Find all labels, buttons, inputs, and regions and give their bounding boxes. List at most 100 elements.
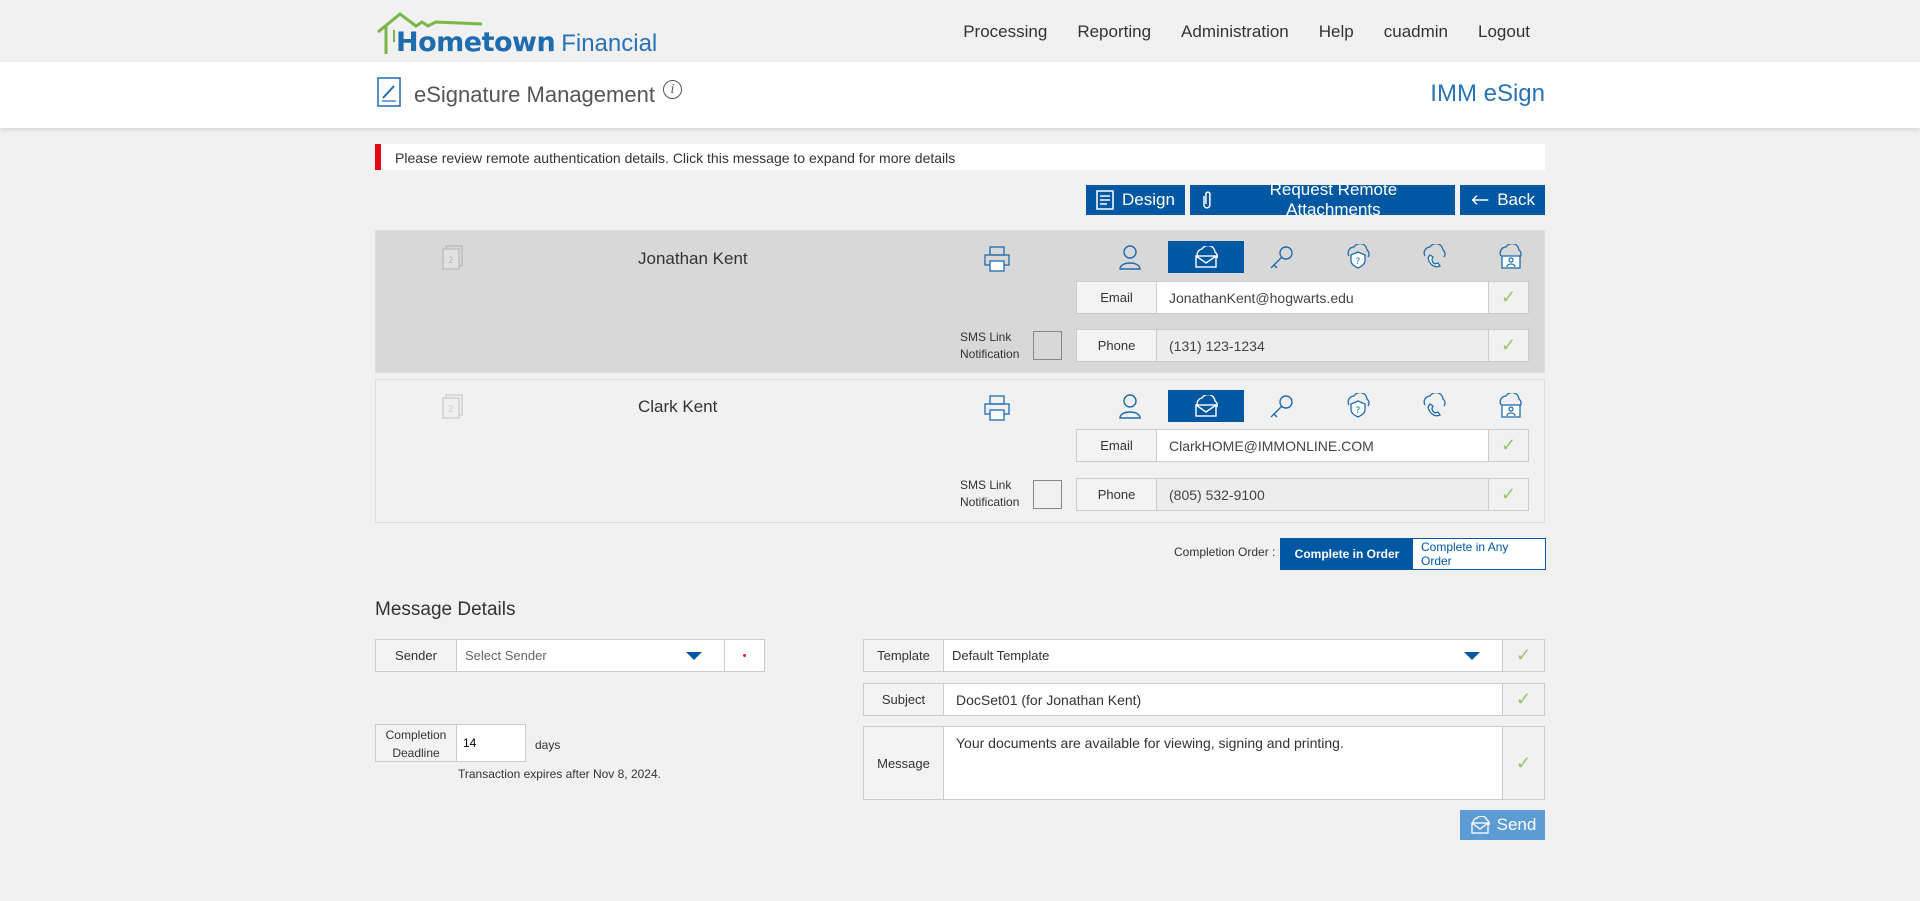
page-title: eSignature Management — [414, 82, 655, 107]
check-icon: ✓ — [1502, 684, 1544, 715]
signer-row[interactable]: 2 Jonathan Kent ? Email ✓ SMS Link Notifi… — [375, 230, 1545, 373]
template-select[interactable]: Default Template — [944, 640, 1502, 671]
remote-auth-alert[interactable]: Please review remote authentication deta… — [375, 144, 1545, 170]
check-icon: ✓ — [1502, 640, 1544, 671]
auth-id[interactable] — [1472, 241, 1548, 273]
phone-field-row: Phone ✓ — [1076, 329, 1529, 362]
chevron-down-icon — [686, 651, 702, 660]
key-icon — [1270, 246, 1293, 269]
deadline-label-line1: Completion — [385, 728, 447, 742]
sender-select[interactable]: Select Sender — [457, 640, 724, 671]
auth-kba[interactable]: ? — [1320, 241, 1396, 273]
action-bar: Design Request Remote Attachments Back — [1086, 180, 1545, 219]
message-field: Message Your documents are available for… — [863, 726, 1545, 800]
complete-any-order-option[interactable]: Complete in Any Order — [1413, 539, 1545, 569]
email-field-row: Email ✓ — [1076, 281, 1529, 314]
sms-notification-label: SMS Link Notification — [960, 329, 1019, 363]
phone-field-row: Phone ✓ — [1076, 478, 1529, 511]
sms-label-line2: Notification — [960, 495, 1020, 509]
main-nav: Processing Reporting Administration Help… — [963, 22, 1530, 42]
subject-input[interactable]: DocSet01 (for Jonathan Kent) — [944, 684, 1502, 715]
send-label: Send — [1496, 815, 1537, 834]
days-label: days — [535, 738, 561, 752]
sender-field: Sender Select Sender • — [375, 639, 765, 672]
info-icon[interactable]: i — [663, 80, 682, 99]
sub-header: eSignature Management i IMM eSign — [0, 62, 1920, 128]
complete-in-order-option[interactable]: Complete in Order — [1281, 539, 1413, 569]
check-icon: ✓ — [1488, 282, 1528, 313]
imm-esign-brand: IMM eSign — [1430, 80, 1545, 107]
auth-phone[interactable] — [1396, 390, 1472, 422]
auth-person[interactable] — [1092, 390, 1168, 422]
nav-processing[interactable]: Processing — [963, 22, 1047, 42]
id-card-icon — [1499, 244, 1522, 269]
phone-icon — [1423, 393, 1446, 417]
svg-text:?: ? — [1356, 257, 1361, 267]
paperclip-icon — [1203, 191, 1211, 209]
logo-primary: Hometown — [396, 27, 556, 58]
completion-deadline-input[interactable] — [456, 724, 526, 762]
email-label: Email — [1077, 430, 1157, 461]
person-icon — [1119, 394, 1141, 419]
nav-user[interactable]: cuadmin — [1384, 22, 1448, 42]
auth-id[interactable] — [1472, 390, 1548, 422]
nav-help[interactable]: Help — [1319, 22, 1354, 42]
required-indicator: • — [724, 640, 764, 671]
send-envelope-icon — [1470, 816, 1490, 834]
top-bar: Hometown Financial Processing Reporting A… — [0, 0, 1920, 62]
logo-text: Hometown Financial — [396, 27, 657, 58]
check-icon: ✓ — [1488, 479, 1528, 510]
send-button[interactable]: Send — [1460, 810, 1545, 840]
sms-label-line1: SMS Link — [960, 478, 1012, 492]
check-icon: ✓ — [1488, 330, 1528, 361]
email-label: Email — [1077, 282, 1157, 313]
cloud-envelope-icon — [1195, 395, 1219, 417]
nav-logout[interactable]: Logout — [1478, 22, 1530, 42]
nav-reporting[interactable]: Reporting — [1077, 22, 1151, 42]
document-icon: 2 — [442, 245, 463, 270]
sms-notification-checkbox[interactable] — [1033, 480, 1062, 509]
logo-secondary: Financial — [561, 30, 658, 57]
printer-icon[interactable] — [983, 245, 1011, 273]
signer-name: Jonathan Kent — [638, 249, 748, 268]
cloud-envelope-icon — [1195, 246, 1219, 268]
email-input[interactable] — [1157, 430, 1488, 461]
nav-administration[interactable]: Administration — [1181, 22, 1289, 42]
sender-placeholder: Select Sender — [465, 648, 547, 663]
completion-order-toggle: Complete in Order Complete in Any Order — [1280, 538, 1546, 570]
sms-notification-checkbox[interactable] — [1033, 331, 1062, 360]
template-label: Template — [864, 640, 944, 671]
email-field-row: Email ✓ — [1076, 429, 1529, 462]
back-label: Back — [1497, 190, 1535, 209]
svg-text:2: 2 — [448, 256, 454, 266]
phone-input[interactable] — [1157, 330, 1488, 361]
auth-phone[interactable] — [1396, 241, 1472, 273]
auth-email[interactable] — [1168, 241, 1244, 273]
phone-input[interactable] — [1157, 479, 1488, 510]
deadline-label-line2: Deadline — [392, 746, 440, 760]
auth-person[interactable] — [1092, 241, 1168, 273]
hometown-financial-logo[interactable]: Hometown Financial — [376, 10, 657, 60]
sender-label: Sender — [376, 640, 457, 671]
design-button[interactable]: Design — [1086, 185, 1185, 215]
auth-email[interactable] — [1168, 390, 1244, 422]
auth-key[interactable] — [1244, 241, 1320, 273]
message-textarea[interactable]: Your documents are available for viewing… — [944, 727, 1502, 799]
id-card-icon — [1499, 393, 1522, 418]
back-button[interactable]: Back — [1460, 185, 1545, 215]
svg-text:2: 2 — [448, 405, 454, 415]
auth-key[interactable] — [1244, 390, 1320, 422]
request-attachments-label: Request Remote Attachments — [1269, 180, 1398, 219]
auth-kba[interactable]: ? — [1320, 390, 1396, 422]
email-input[interactable] — [1157, 282, 1488, 313]
subject-label: Subject — [864, 684, 944, 715]
phone-label: Phone — [1077, 330, 1157, 361]
sms-label-line2: Notification — [960, 347, 1020, 361]
request-remote-attachments-button[interactable]: Request Remote Attachments — [1190, 180, 1455, 219]
printer-icon[interactable] — [983, 394, 1011, 422]
completion-order-label: Completion Order : — [1174, 545, 1276, 559]
subject-field: Subject DocSet01 (for Jonathan Kent) ✓ — [863, 683, 1545, 716]
back-arrow-icon — [1471, 195, 1489, 205]
key-icon — [1270, 395, 1293, 418]
signer-row[interactable]: 2 Clark Kent ? Email ✓ SMS Link Notificat… — [375, 379, 1545, 523]
